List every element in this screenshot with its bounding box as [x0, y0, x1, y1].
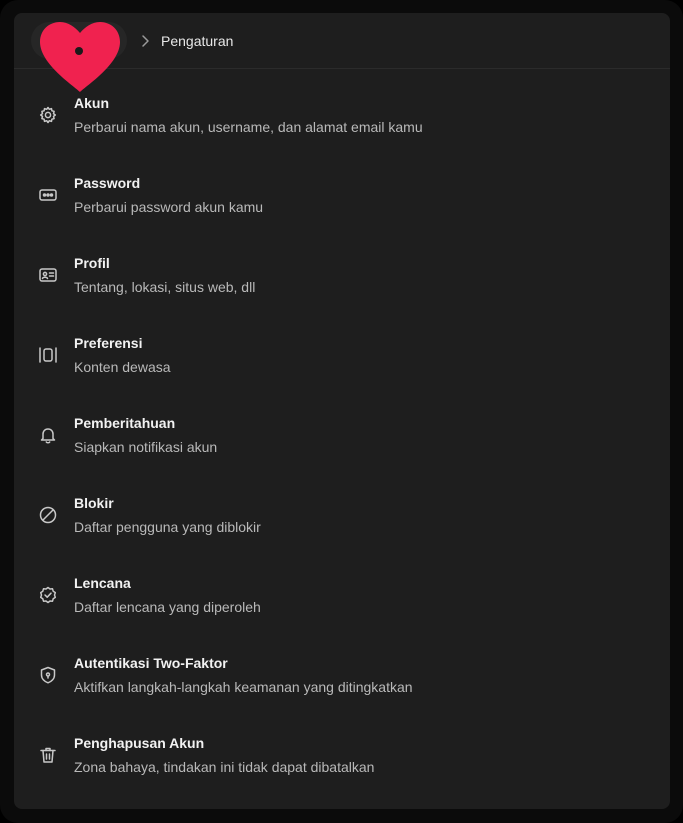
item-description: Aktifkan langkah-langkah keamanan yang d…	[74, 679, 413, 695]
item-description: Zona bahaya, tindakan ini tidak dapat di…	[74, 759, 375, 775]
block-icon	[39, 506, 57, 524]
item-title: Preferensi	[74, 335, 143, 351]
item-title: Pemberitahuan	[74, 415, 176, 431]
chevron-right-icon	[142, 35, 149, 47]
settings-item-profil[interactable]: Profil Tentang, lokasi, situs web, dll	[14, 228, 670, 308]
item-description: Daftar lencana yang diperoleh	[74, 599, 261, 615]
item-title: Password	[74, 175, 141, 191]
item-description: Siapkan notifikasi akun	[74, 439, 218, 455]
item-title: Akun	[74, 95, 109, 111]
settings-item-password[interactable]: Password Perbarui password akun kamu	[14, 148, 670, 228]
password-dots-icon	[39, 189, 57, 201]
settings-item-pemberitahuan[interactable]: Pemberitahuan Siapkan notifikasi akun	[14, 388, 670, 468]
gear-icon	[39, 106, 57, 124]
item-description: Perbarui nama akun, username, dan alamat…	[74, 119, 423, 135]
shield-icon	[40, 666, 56, 684]
settings-list: Akun Perbarui nama akun, username, dan a…	[14, 68, 670, 788]
app-frame: Pengaturan Akun Perbarui nama akun, user…	[0, 0, 683, 823]
id-card-icon	[39, 268, 57, 282]
settings-item-blokir[interactable]: Blokir Daftar pengguna yang diblokir	[14, 468, 670, 548]
item-description: Perbarui password akun kamu	[74, 199, 264, 215]
badge-check-icon	[39, 586, 57, 604]
columns-icon	[39, 347, 57, 363]
settings-item-preferensi[interactable]: Preferensi Konten dewasa	[14, 308, 670, 388]
item-title: Lencana	[74, 575, 131, 591]
item-title: Blokir	[74, 495, 114, 511]
settings-item-penghapusan-akun[interactable]: Penghapusan Akun Zona bahaya, tindakan i…	[14, 708, 670, 788]
bell-icon	[40, 428, 56, 444]
trash-icon	[40, 747, 56, 763]
item-title: Penghapusan Akun	[74, 735, 205, 751]
settings-item-akun[interactable]: Akun Perbarui nama akun, username, dan a…	[14, 68, 670, 148]
settings-item-two-factor[interactable]: Autentikasi Two-Faktor Aktifkan langkah-…	[14, 628, 670, 708]
top-bar: Pengaturan	[14, 13, 670, 92]
item-description: Daftar pengguna yang diblokir	[74, 519, 261, 535]
settings-item-lencana[interactable]: Lencana Daftar lencana yang diperoleh	[14, 548, 670, 628]
settings-panel: Pengaturan Akun Perbarui nama akun, user…	[14, 13, 670, 809]
item-title: Autentikasi Two-Faktor	[74, 655, 228, 671]
item-title: Profil	[74, 255, 110, 271]
item-description: Tentang, lokasi, situs web, dll	[74, 279, 256, 295]
breadcrumb-settings[interactable]: Pengaturan	[161, 32, 233, 50]
item-description: Konten dewasa	[74, 359, 171, 375]
